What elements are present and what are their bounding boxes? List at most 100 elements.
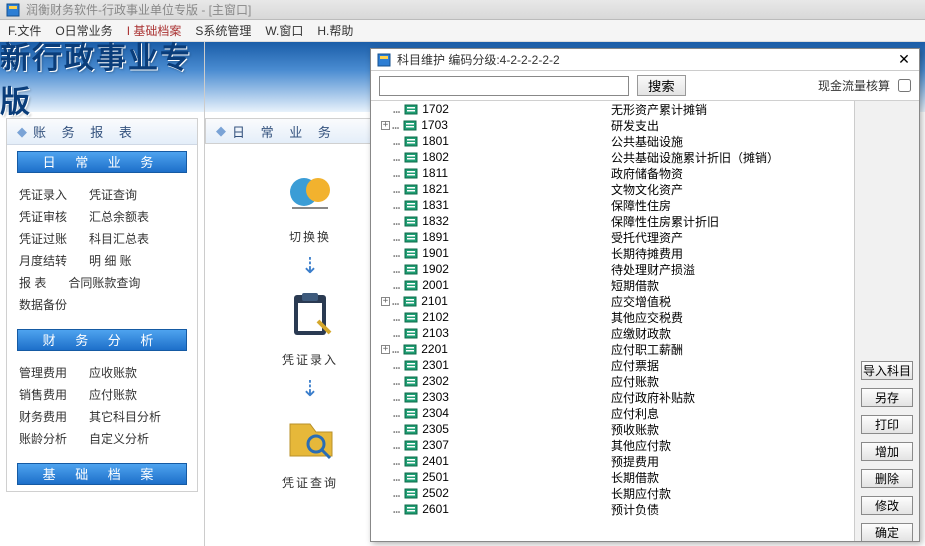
tree-row[interactable]: …2501长期借款	[371, 469, 854, 485]
tree-indent	[379, 198, 393, 212]
subject-name: 其他应交税费	[611, 309, 683, 326]
subject-code: 2501	[422, 470, 482, 484]
nav-link[interactable]: 财务费用	[19, 408, 67, 425]
nav-link[interactable]: 月度结转	[19, 252, 67, 269]
nav-link[interactable]: 凭证过账	[19, 230, 67, 247]
savenew-button[interactable]: 另存	[861, 388, 913, 407]
banner-text: 新行政事业专版	[0, 33, 204, 121]
expand-icon[interactable]: +	[381, 345, 390, 354]
tree-row[interactable]: …1902待处理财产损溢	[371, 261, 854, 277]
book-icon	[403, 295, 417, 307]
print-button[interactable]: 打印	[861, 415, 913, 434]
tree-indent	[379, 406, 393, 420]
book-icon	[404, 215, 418, 227]
add-button[interactable]: 增加	[861, 442, 913, 461]
tree-row[interactable]: …2307其他应付款	[371, 437, 854, 453]
subject-name: 应付政府补贴款	[611, 389, 695, 406]
subject-code: 2001	[422, 278, 482, 292]
tree-row[interactable]: …2301应付票据	[371, 357, 854, 373]
nav-link[interactable]: 自定义分析	[89, 430, 149, 447]
subject-code: 1801	[422, 134, 482, 148]
tree-row[interactable]: …2304应付利息	[371, 405, 854, 421]
search-button[interactable]: 搜索	[637, 75, 686, 96]
cashflow-checkbox[interactable]	[898, 79, 911, 92]
tree-connector: …	[393, 406, 400, 420]
tree-row[interactable]: …1702无形资产累计摊销	[371, 101, 854, 117]
nav-link[interactable]: 账龄分析	[19, 430, 67, 447]
expand-icon[interactable]: +	[381, 121, 390, 130]
tree-row[interactable]: …2401预提费用	[371, 453, 854, 469]
tree-connector: …	[393, 166, 400, 180]
entry-icon[interactable]	[282, 287, 338, 343]
nav-link[interactable]: 凭证录入	[19, 186, 67, 203]
section-analysis[interactable]: 财 务 分 析	[17, 329, 187, 351]
book-icon	[404, 247, 418, 259]
nav-link[interactable]: 合同账款查询	[68, 274, 140, 291]
tree-row[interactable]: …1832保障性住房累计折旧	[371, 213, 854, 229]
tree-row[interactable]: +…2101应交增值税	[371, 293, 854, 309]
nav-link[interactable]: 报 表	[19, 274, 46, 291]
subject-tree[interactable]: …1702无形资产累计摊销+…1703研发支出 …1801公共基础设施 …180…	[371, 101, 855, 541]
tree-row[interactable]: …2601预计负债	[371, 501, 854, 517]
nav-link[interactable]: 应收账款	[89, 364, 137, 381]
nav-link[interactable]: 管理费用	[19, 364, 67, 381]
book-icon	[404, 487, 418, 499]
tree-row[interactable]: …2103应缴财政款	[371, 325, 854, 341]
expand-icon[interactable]: +	[381, 297, 390, 306]
action-column: 导入科目 另存 打印 增加 删除 修改 确定	[855, 101, 919, 541]
tree-row[interactable]: …1811政府储备物资	[371, 165, 854, 181]
tree-row[interactable]: …2305预收账款	[371, 421, 854, 437]
subject-code: 2201	[421, 342, 481, 356]
subject-code: 1831	[422, 198, 482, 212]
section-basic[interactable]: 基 础 档 案	[17, 463, 187, 485]
tree-row[interactable]: …1891受托代理资产	[371, 229, 854, 245]
tree-row[interactable]: …1801公共基础设施	[371, 133, 854, 149]
import-button[interactable]: 导入科目	[861, 361, 913, 380]
nav-link[interactable]: 汇总余额表	[89, 208, 149, 225]
tree-row[interactable]: …2303应付政府补贴款	[371, 389, 854, 405]
app-icon	[6, 3, 20, 17]
nav-link[interactable]: 应付账款	[89, 386, 137, 403]
subject-name: 保障性住房累计折旧	[611, 213, 719, 230]
tree-connector: …	[393, 486, 400, 500]
nav-link[interactable]: 其它科目分析	[89, 408, 161, 425]
tree-connector: …	[392, 342, 399, 356]
menu-window[interactable]: W.窗口	[265, 22, 303, 39]
subject-code: 2301	[422, 358, 482, 372]
dialog-toolbar: 搜索 现金流量核算	[371, 71, 919, 101]
query-icon[interactable]	[282, 410, 338, 466]
tree-indent	[379, 310, 393, 324]
nav-link[interactable]: 数据备份	[19, 296, 67, 313]
ok-button[interactable]: 确定	[861, 523, 913, 541]
tree-indent	[379, 166, 393, 180]
tree-row[interactable]: …1821文物文化资产	[371, 181, 854, 197]
tree-row[interactable]: …1901长期待摊费用	[371, 245, 854, 261]
subject-name: 应付利息	[611, 405, 659, 422]
switch-icon[interactable]	[282, 164, 338, 220]
book-icon	[404, 231, 418, 243]
subject-code: 2601	[422, 502, 482, 516]
search-input[interactable]	[379, 76, 629, 96]
tree-row[interactable]: …2001短期借款	[371, 277, 854, 293]
delete-button[interactable]: 删除	[861, 469, 913, 488]
book-icon	[403, 119, 417, 131]
tree-row[interactable]: …1831保障性住房	[371, 197, 854, 213]
tree-row[interactable]: …2102其他应交税费	[371, 309, 854, 325]
tree-row[interactable]: +…2201应付职工薪酬	[371, 341, 854, 357]
tree-row[interactable]: …1802公共基础设施累计折旧（摊销）	[371, 149, 854, 165]
nav-link[interactable]: 凭证审核	[19, 208, 67, 225]
tree-row[interactable]: …2302应付账款	[371, 373, 854, 389]
tree-row[interactable]: +…1703研发支出	[371, 117, 854, 133]
menu-help[interactable]: H.帮助	[317, 22, 353, 39]
subject-name: 应付账款	[611, 373, 659, 390]
close-icon[interactable]: ✕	[895, 51, 913, 68]
tree-row[interactable]: …2502长期应付款	[371, 485, 854, 501]
nav-link[interactable]: 明 细 账	[89, 252, 132, 269]
nav-link[interactable]: 科目汇总表	[89, 230, 149, 247]
tree-indent	[379, 358, 393, 372]
section-daily[interactable]: 日 常 业 务	[17, 151, 187, 173]
nav-link[interactable]: 凭证查询	[89, 186, 137, 203]
modify-button[interactable]: 修改	[861, 496, 913, 515]
nav-link[interactable]: 销售费用	[19, 386, 67, 403]
banner: 新行政事业专版	[0, 42, 204, 112]
